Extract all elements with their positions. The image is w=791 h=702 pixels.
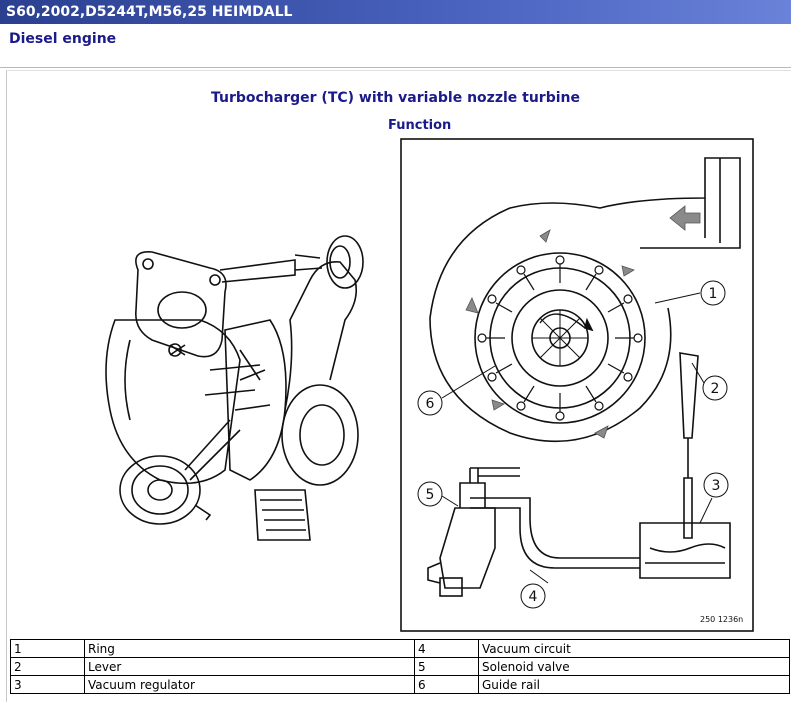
legend-number: 5: [414, 657, 479, 676]
window-title-bar: S60,2002,D5244T,M56,25 HEIMDALL: [0, 0, 791, 24]
figure-ref-code: 250 1236n: [700, 615, 743, 624]
svg-text:4: 4: [529, 589, 538, 605]
legend-label: Vacuum circuit: [478, 639, 790, 658]
legend-number: 6: [414, 675, 479, 694]
turbocharger-illustration: [105, 235, 364, 541]
svg-text:2: 2: [711, 381, 720, 397]
legend-number: 3: [10, 675, 85, 694]
legend-label: Solenoid valve: [478, 657, 790, 676]
table-row: 2 Lever 5 Solenoid valve: [10, 657, 790, 676]
table-row: 1 Ring 4 Vacuum circuit: [10, 639, 790, 658]
document-subtitle: Function: [388, 118, 452, 133]
legend-label: Lever: [84, 657, 415, 676]
section-label: Diesel engine: [9, 31, 117, 47]
legend-label: Vacuum regulator: [84, 675, 415, 694]
legend-number: 2: [10, 657, 85, 676]
legend-number: 1: [10, 639, 85, 658]
function-diagram: 1 2 3 4 5 6 250 1236n: [400, 138, 754, 632]
svg-text:5: 5: [426, 487, 435, 503]
legend-table: 1 Ring 4 Vacuum circuit 2 Lever 5 Soleno…: [10, 639, 790, 694]
section-header: Diesel engine: [0, 24, 791, 68]
window-title: S60,2002,D5244T,M56,25 HEIMDALL: [6, 4, 293, 20]
table-row: 3 Vacuum regulator 6 Guide rail: [10, 675, 790, 694]
document-title: Turbocharger (TC) with variable nozzle t…: [210, 90, 580, 106]
svg-text:1: 1: [709, 286, 718, 302]
svg-text:6: 6: [426, 396, 435, 412]
legend-label: Ring: [84, 639, 415, 658]
legend-number: 4: [414, 639, 479, 658]
svg-text:3: 3: [712, 478, 721, 494]
legend-label: Guide rail: [478, 675, 790, 694]
